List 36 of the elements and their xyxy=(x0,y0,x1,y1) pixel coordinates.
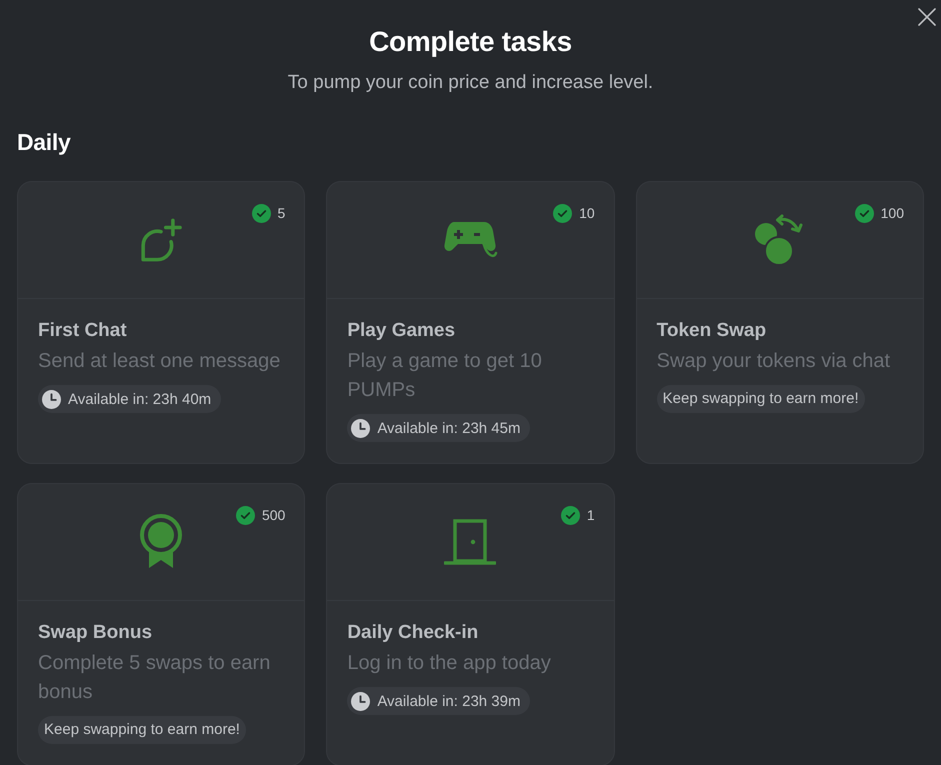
hint-text: Keep swapping to earn more! xyxy=(38,716,246,744)
award-ribbon-icon xyxy=(140,514,182,570)
task-title: Swap Bonus xyxy=(38,621,152,645)
clock-icon xyxy=(42,390,61,408)
reward-count: 100 xyxy=(880,204,904,223)
close-button[interactable] xyxy=(916,6,938,28)
task-description: Send at least one message xyxy=(38,349,280,374)
task-card[interactable]: 100 Token Swap Swap your tokens via chat Keep swapping to earn more! xyxy=(636,181,924,464)
task-title: Token Swap xyxy=(656,319,766,343)
reward-count: 5 xyxy=(278,204,286,223)
clock-icon xyxy=(351,418,370,438)
dialog-title: Complete tasks xyxy=(368,25,573,59)
reward-count: 500 xyxy=(262,506,286,525)
task-card[interactable]: 5 First Chat Send at least one message Available in: 23h 40m xyxy=(17,181,306,464)
clock-icon xyxy=(351,692,370,710)
task-description: Log in to the app today xyxy=(347,651,551,676)
countdown-text: Available in: 23h 39m xyxy=(377,692,520,710)
dialog-subtitle: To pump your coin price and increase level. xyxy=(286,71,654,95)
task-card[interactable]: 500 Swap Bonus Complete 5 swaps to earn bonus Keep swapping to earn more! xyxy=(17,483,306,765)
hint-text: Keep swapping to earn more! xyxy=(656,385,865,413)
close-icon xyxy=(918,8,936,26)
task-card[interactable]: 1 Daily Check-in Log in to the app today Available in: 23h 39m xyxy=(326,483,615,765)
section-title: Daily xyxy=(17,128,72,156)
task-description: Swap your tokens via chat xyxy=(656,349,890,374)
door-icon xyxy=(444,518,496,566)
countdown-text: Available in: 23h 40m xyxy=(68,390,212,408)
task-title: Play Games xyxy=(347,319,456,343)
task-description: Play a game to get 10 PUMPs xyxy=(347,349,543,403)
task-card[interactable]: 10 Play Games Play a game to get 10 PUMPs Available in: 23h 45m xyxy=(326,181,615,464)
reward-count: 1 xyxy=(586,506,595,525)
reward-count: 10 xyxy=(579,204,595,223)
task-title: Daily Check-in xyxy=(347,621,478,645)
chat-plus-icon xyxy=(139,218,184,262)
countdown-text: Available in: 23h 45m xyxy=(377,420,520,436)
task-title: First Chat xyxy=(38,319,127,343)
task-description: Complete 5 swaps to earn bonus xyxy=(38,651,272,705)
